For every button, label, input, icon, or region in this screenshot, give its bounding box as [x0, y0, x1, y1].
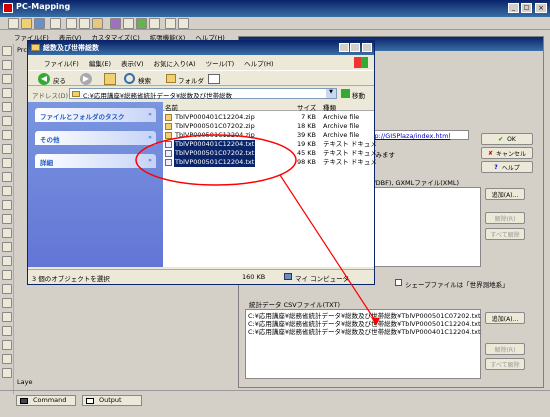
annotation-ellipse: [135, 134, 297, 186]
annotation-overlay: [135, 134, 380, 326]
annotation-arrowhead: [371, 317, 380, 326]
annotation-arrow-line: [279, 174, 377, 323]
